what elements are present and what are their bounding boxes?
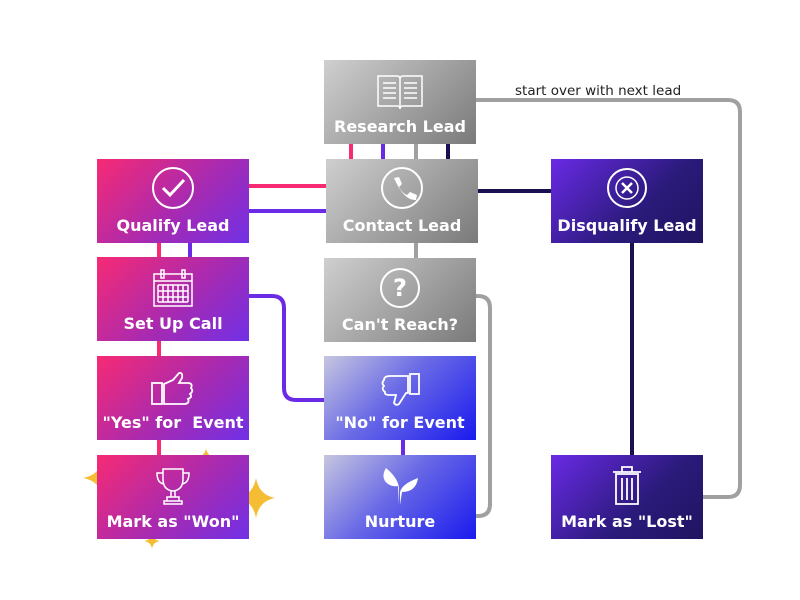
node-contact-lead[interactable]: Contact Lead: [326, 159, 478, 243]
node-label: "Yes" for Event: [102, 413, 244, 432]
connector-setup-no: [245, 294, 328, 402]
node-label: Contact Lead: [342, 216, 462, 235]
node-qualify-lead[interactable]: Qualify Lead: [97, 159, 249, 243]
node-set-up-call[interactable]: Set Up Call: [97, 257, 249, 341]
node-yes-for-event[interactable]: "Yes" for Event: [97, 356, 249, 440]
book-icon: [377, 75, 423, 110]
node-cant-reach[interactable]: ? Can't Reach?: [324, 258, 476, 342]
node-nurture[interactable]: Nurture: [324, 455, 476, 539]
node-research-lead[interactable]: Research Lead: [324, 60, 476, 144]
node-label: Can't Reach?: [341, 315, 459, 334]
node-mark-won[interactable]: Mark as "Won": [97, 455, 249, 539]
sprout-icon: [383, 468, 418, 505]
calendar-icon: [153, 269, 193, 307]
thumbs-down-icon: [381, 373, 420, 406]
check-icon: [152, 167, 194, 209]
phone-icon: [381, 167, 423, 209]
x-circle-icon: [607, 168, 647, 208]
node-label: Research Lead: [334, 117, 466, 136]
trash-icon: [613, 466, 641, 505]
connector-cantreach-nurture: [474, 294, 492, 518]
node-label: "No" for Event: [335, 413, 465, 432]
node-no-for-event[interactable]: "No" for Event: [324, 356, 476, 440]
start-over-label: start over with next lead: [515, 83, 682, 99]
node-mark-lost[interactable]: Mark as "Lost": [551, 455, 703, 539]
trophy-icon: [156, 468, 190, 505]
svg-text:?: ?: [393, 274, 407, 302]
node-label: Mark as "Lost": [561, 512, 693, 531]
node-label: Disqualify Lead: [557, 216, 697, 235]
node-label: Nurture: [364, 512, 436, 531]
node-label: Set Up Call: [123, 314, 223, 333]
node-disqualify-lead[interactable]: Disqualify Lead: [551, 159, 703, 243]
node-label: Qualify Lead: [116, 216, 230, 235]
question-icon: ?: [380, 268, 420, 308]
node-label: Mark as "Won": [106, 512, 240, 531]
thumbs-up-icon: [151, 371, 194, 405]
